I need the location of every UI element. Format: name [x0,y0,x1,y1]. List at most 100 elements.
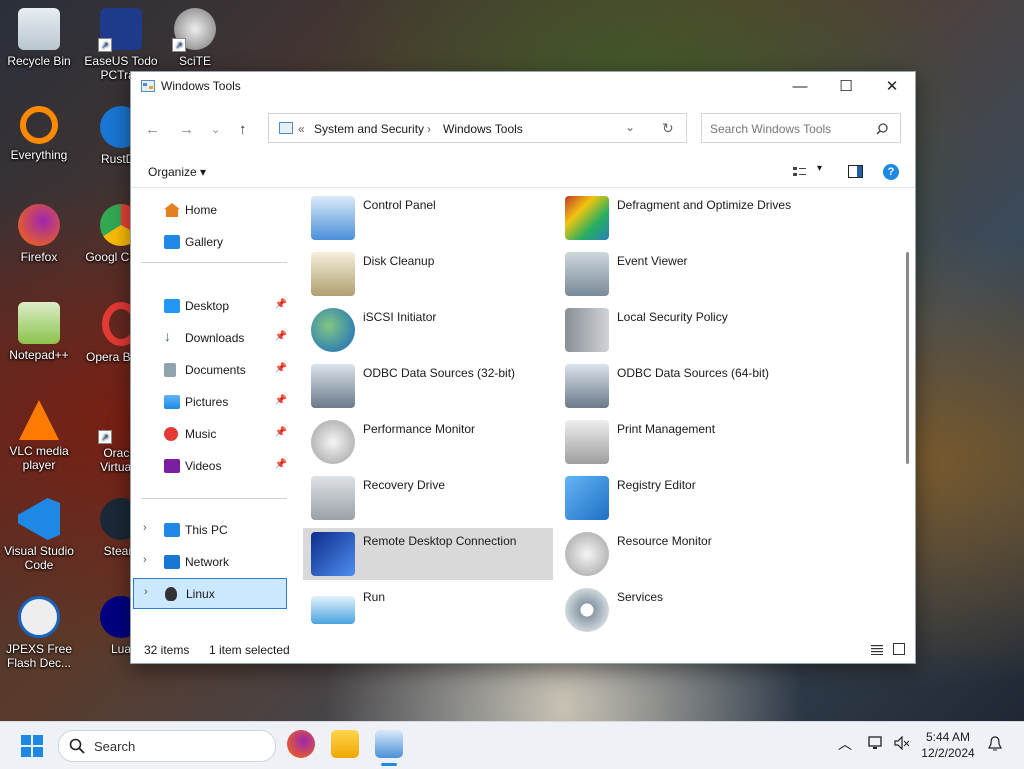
desktop-icon-vscode[interactable]: Visual Studio Code [1,498,77,572]
network-status-icon[interactable] [868,736,884,750]
nav-item-network[interactable]: › Network [131,548,287,576]
minimize-button[interactable]: — [777,72,823,102]
nav-item-gallery[interactable]: Gallery [131,228,287,256]
large-icons-view-icon[interactable] [893,643,905,655]
nav-divider [141,262,287,263]
taskbar-control-panel-icon[interactable] [375,730,403,758]
tool-item-recovery-drive[interactable]: Recovery Drive [303,472,553,524]
defragment-icon [565,196,609,240]
search-icon [876,123,888,135]
show-hidden-icons-chevron-icon[interactable]: ︿ [838,734,852,754]
nav-divider [141,498,287,499]
desktop-icon-everything[interactable]: Everything [1,106,77,162]
taskbar-firefox-icon[interactable] [287,730,315,758]
desktop-icon-recycle-bin[interactable]: Recycle Bin [1,8,77,68]
tool-item-registry-editor[interactable]: Registry Editor [557,472,807,524]
back-arrow-icon[interactable]: ← [145,121,160,138]
recent-chevron-icon[interactable]: ⌄ [211,123,220,136]
clock-time: 5:44 AM [925,730,971,744]
organize-button[interactable]: Organize ▾ [148,165,206,179]
refresh-icon[interactable]: ↻ [662,120,674,137]
tool-item-event-viewer[interactable]: Event Viewer [557,248,807,300]
home-icon [164,203,180,217]
recovery-drive-icon [311,476,355,520]
nav-item-music[interactable]: Music 📌 [131,420,287,448]
taskbar-file-explorer-icon[interactable] [331,730,359,758]
close-button[interactable]: ✕ [869,72,915,102]
nav-item-this-pc[interactable]: › This PC [131,516,287,544]
expand-chevron-icon[interactable]: › [143,522,147,534]
taskbar-search[interactable]: Search [58,730,276,762]
search-box[interactable]: Search Windows Tools [701,113,901,143]
tool-item-local-security-policy[interactable]: Local Security Policy [557,304,807,356]
registry-icon [565,476,609,520]
pin-icon[interactable]: 📌 [275,363,287,374]
expand-chevron-icon[interactable]: › [143,554,147,566]
tool-item-defragment[interactable]: Defragment and Optimize Drives [557,192,807,244]
event-viewer-icon [565,252,609,296]
desktop-icon-firefox[interactable]: Firefox [1,204,77,264]
tool-item-odbc-64[interactable]: ODBC Data Sources (64-bit) [557,360,807,412]
expand-chevron-icon[interactable]: › [144,586,148,598]
address-dropdown-icon[interactable]: ⌄ [625,120,635,134]
breadcrumb-separator-icon: › [427,122,431,136]
pin-icon[interactable]: 📌 [275,459,287,470]
tool-item-disk-cleanup[interactable]: Disk Cleanup [303,248,553,300]
details-view-icon[interactable] [871,644,883,655]
view-dropdown-icon[interactable]: ▾ [817,163,822,174]
view-options-icon[interactable] [793,166,807,178]
pin-icon[interactable]: 📌 [275,299,287,310]
vlc-icon [19,400,59,440]
tool-item-print-management[interactable]: Print Management [557,416,807,468]
volume-muted-icon[interactable] [894,736,910,750]
tool-item-performance-monitor[interactable]: Performance Monitor [303,416,553,468]
tool-item-odbc-32[interactable]: ODBC Data Sources (32-bit) [303,360,553,412]
vertical-scrollbar[interactable] [903,190,913,630]
nav-item-desktop[interactable]: Desktop 📌 [131,292,287,320]
address-overflow[interactable]: « [298,122,305,136]
pin-icon[interactable]: 📌 [275,331,287,342]
tool-item-resource-monitor[interactable]: Resource Monitor [557,528,807,580]
forward-arrow-icon[interactable]: → [179,121,194,138]
linux-icon [165,587,177,601]
search-input[interactable]: Search Windows Tools [710,122,831,136]
tool-item-services[interactable]: Services [557,584,807,632]
up-arrow-icon[interactable]: ↑ [239,121,247,138]
nav-item-downloads[interactable]: ↓ Downloads 📌 [131,324,287,352]
nav-item-videos[interactable]: Videos 📌 [131,452,287,480]
desktop-icon-notepadpp[interactable]: Notepad++ [1,302,77,362]
desktop-folder-icon [164,299,180,313]
clock[interactable]: 5:44 AM 12/2/2024 [918,729,978,761]
start-button[interactable] [20,734,44,758]
scrollbar-thumb[interactable] [906,252,909,464]
tool-item-run[interactable]: Run [303,584,553,632]
pin-icon[interactable]: 📌 [275,427,287,438]
desktop-icon-vlc[interactable]: VLC media player [1,400,77,472]
address-bar[interactable]: « System and Security › Windows Tools ⌄ … [268,113,687,143]
breadcrumb-windows-tools[interactable]: Windows Tools [443,122,523,136]
maximize-button[interactable]: ☐ [823,72,869,102]
command-bar-divider [131,187,915,188]
pin-icon[interactable]: 📌 [275,395,287,406]
help-icon[interactable]: ? [883,164,899,180]
notification-bell-icon[interactable] [988,736,1002,752]
nav-item-pictures[interactable]: Pictures 📌 [131,388,287,416]
tool-item-iscsi-initiator[interactable]: iSCSI Initiator [303,304,553,356]
desktop-icon-scite[interactable]: ↗ SciTE [157,8,233,68]
desktop-icon-jpexs[interactable]: JPEXS Free Flash Dec... [1,596,77,670]
selection-count: 1 item selected [209,643,290,657]
nav-item-documents[interactable]: Documents 📌 [131,356,287,384]
this-pc-icon [164,523,180,537]
window-title: Windows Tools [161,79,241,93]
title-bar[interactable]: Windows Tools — ☐ ✕ [131,72,915,102]
tool-item-control-panel[interactable]: Control Panel [303,192,553,244]
gauge-icon [311,420,355,464]
breadcrumb-system-and-security[interactable]: System and Security [314,122,424,136]
music-icon [164,427,178,441]
nav-item-linux[interactable]: › Linux [133,578,287,609]
gauge-icon [565,532,609,576]
preview-pane-icon[interactable] [848,165,863,178]
tool-item-remote-desktop[interactable]: Remote Desktop Connection [303,528,553,580]
nav-item-home[interactable]: Home [131,196,287,224]
notepadpp-icon [18,302,60,344]
